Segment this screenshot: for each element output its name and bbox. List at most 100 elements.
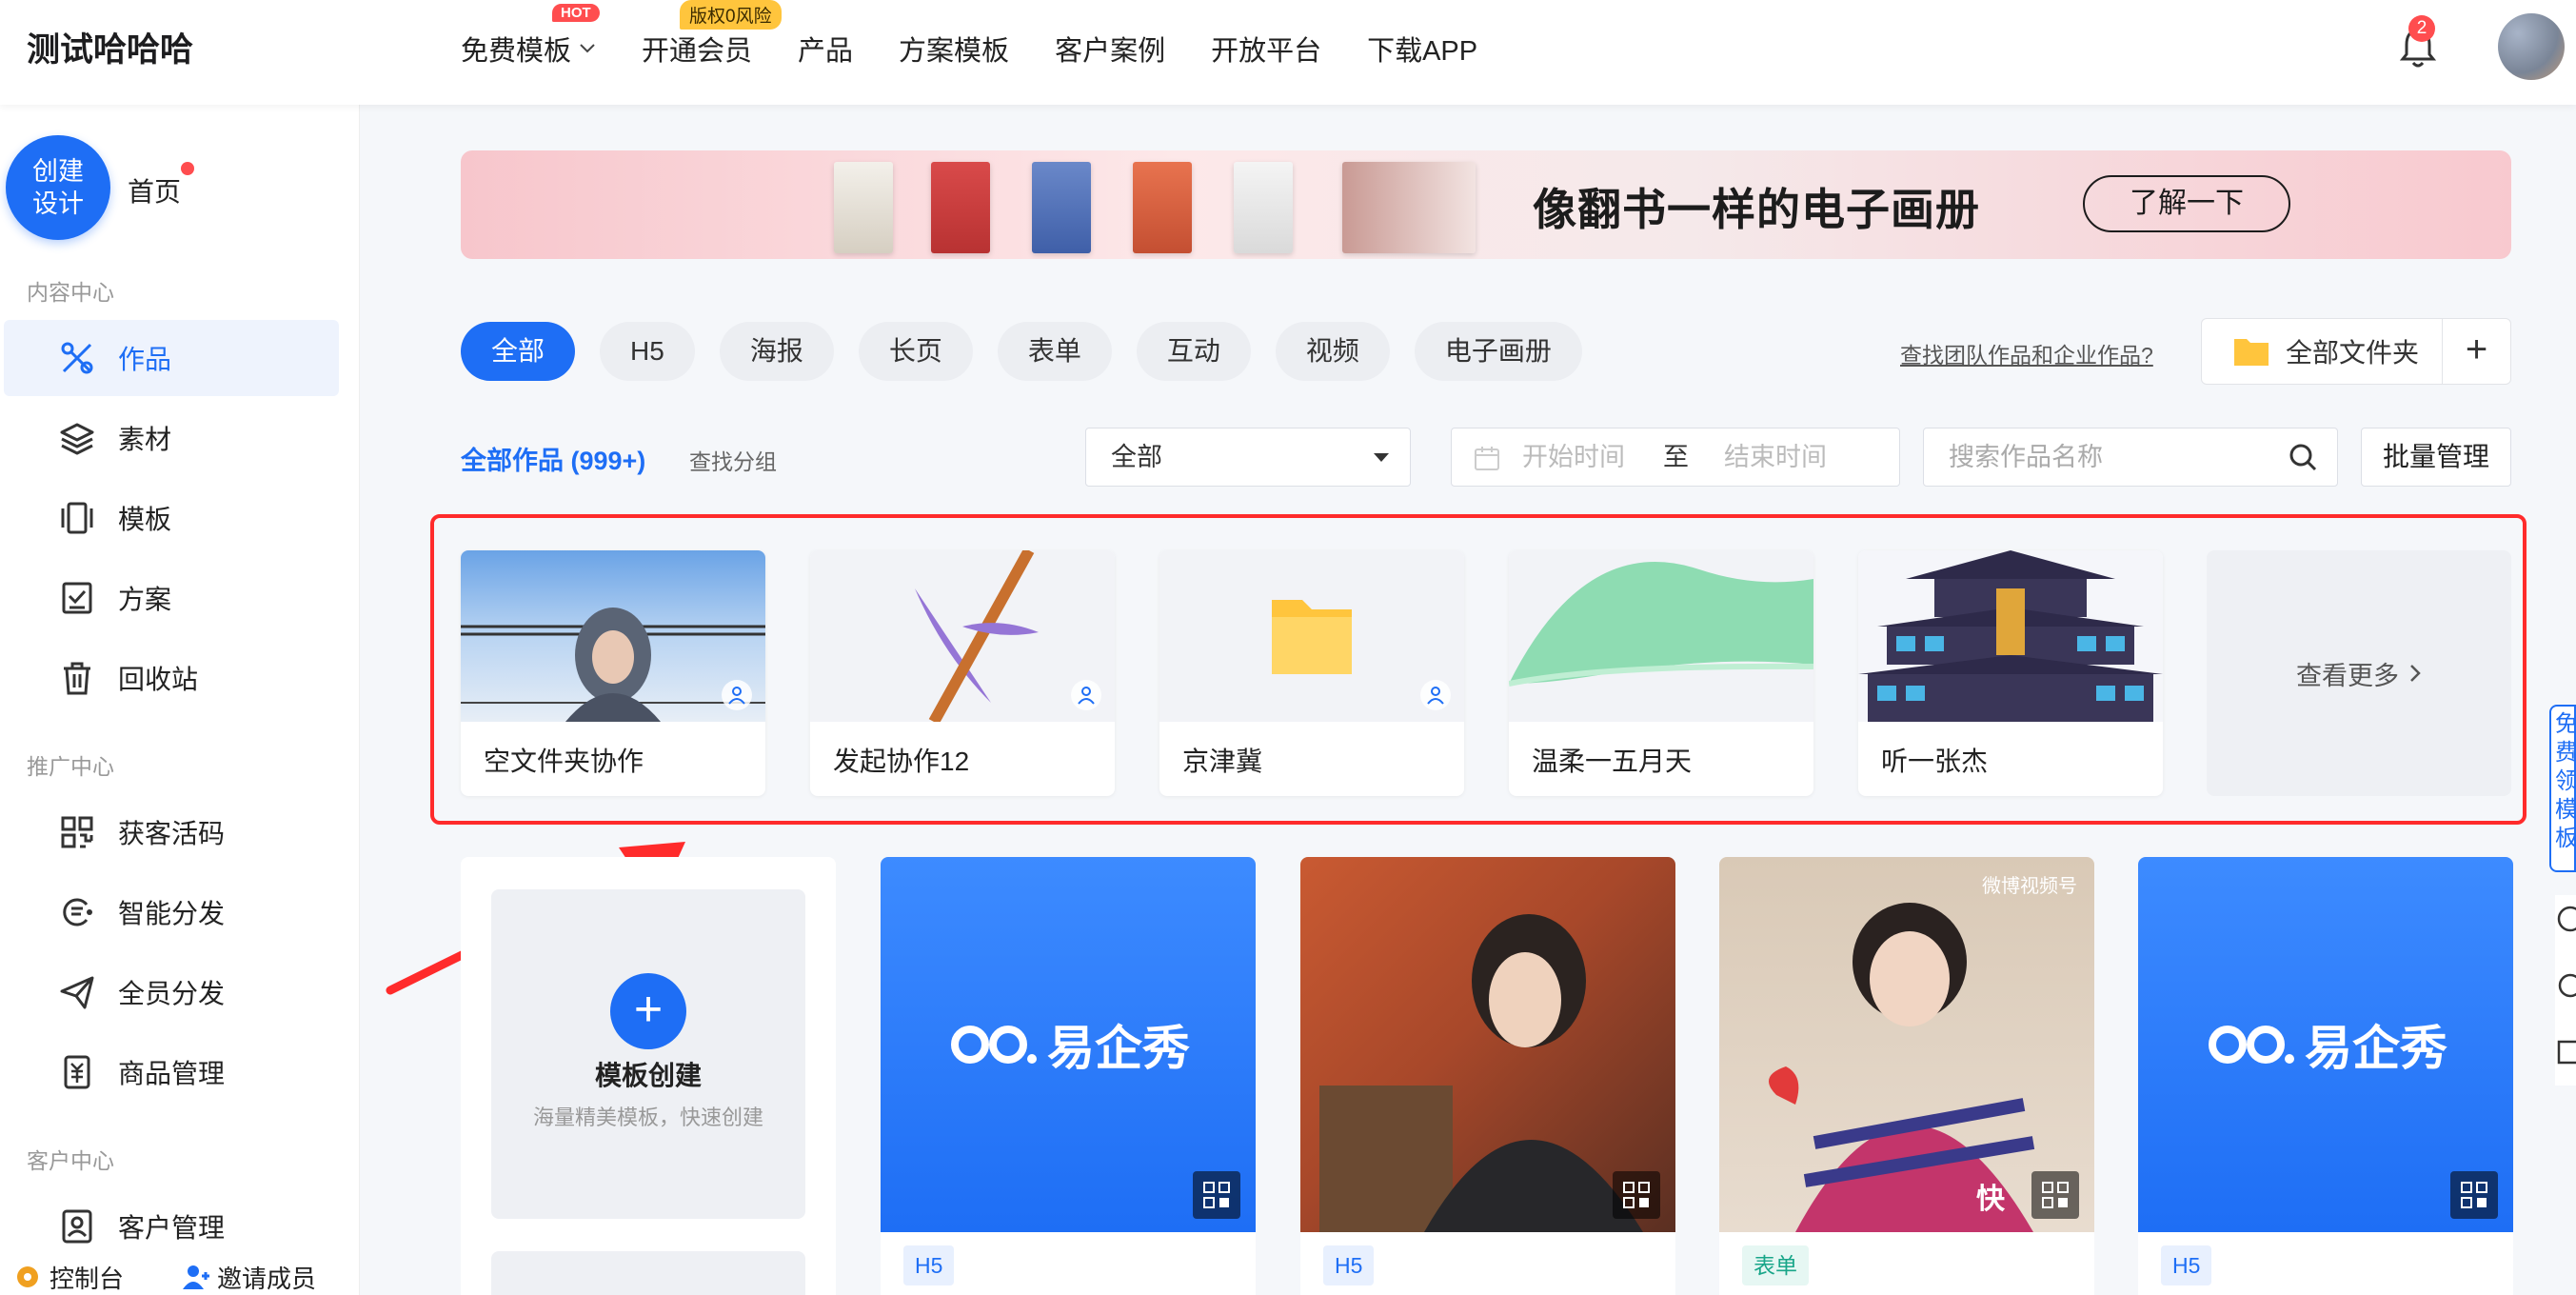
sidebar-item-recycle-bin[interactable]: 回收站 [4,640,339,716]
folder-thumbnail [810,550,1115,722]
sidebar-item-all-staff-share[interactable]: 全员分发 [4,954,339,1030]
create-design-line2: 设计 [32,189,84,218]
template-create-subtitle: 海量精美模板，快速创建 [532,1106,763,1129]
find-group-link[interactable]: 查找分组 [689,444,777,476]
type-select[interactable]: 全部 [1085,428,1411,487]
tab-long-page[interactable]: 长页 [858,322,973,381]
create-design-button[interactable]: 创建 设计 [6,135,110,240]
nav-vip[interactable]: 开通会员 版权0风险 [642,0,782,69]
tab-h5[interactable]: H5 [600,322,695,381]
collab-folder-card[interactable]: 听一张杰 [1858,550,2163,796]
nav-download-app[interactable]: 下载APP [1367,29,1477,69]
tab-poster[interactable]: 海报 [719,322,834,381]
search-input[interactable]: 搜索作品名称 [1923,428,2338,487]
collab-folder-card[interactable]: 发起协作12 [810,550,1115,796]
sidebar-item-label: 获客活码 [118,819,226,848]
collab-folder-card[interactable]: 空文件夹协作 [461,550,765,796]
kuaishou-watermark: 快 [1976,1184,2005,1215]
folder-thumbnail [461,550,765,722]
banner-title: 像翻书一样的电子画册 [1533,185,1980,234]
search-icon[interactable] [2288,442,2318,472]
weibo-watermark: 微博视频号 [1982,876,2077,897]
promo-banner[interactable]: 像翻书一样的电子画册 了解一下 [461,150,2511,259]
sidebar-item-solutions[interactable]: 方案 [4,560,339,636]
tab-e-brochure[interactable]: 电子画册 [1414,322,1582,381]
type-select-value: 全部 [1111,443,1162,471]
qrcode-icon[interactable] [2450,1171,2498,1219]
all-folders-button[interactable]: 全部文件夹 + [2201,318,2511,385]
nav-open-platform[interactable]: 开放平台 [1211,29,1321,69]
feedback-icon[interactable] [2555,1038,2576,1066]
checklist-icon [55,576,99,620]
date-start-input[interactable]: 开始时间 [1522,428,1625,486]
template-create-title: 模板创建 [594,1061,702,1090]
see-more-button[interactable]: 查看更多 [2207,550,2511,796]
sidebar-item-label: 全员分发 [118,979,226,1008]
nav-solution-templates[interactable]: 方案模板 [899,29,1009,69]
date-range-separator: 至 [1663,443,1689,471]
customer-service-icon[interactable] [2555,971,2576,1000]
qrcode-icon[interactable] [1613,1171,1660,1219]
folder-thumbnail [1509,550,1813,722]
template-create-card[interactable]: + 模板创建 海量精美模板，快速创建 [461,857,836,1295]
add-folder-button[interactable]: + [2442,319,2510,384]
work-card[interactable]: H5 [1300,857,1675,1295]
qrcode-icon[interactable] [2031,1171,2079,1219]
sidebar-item-templates[interactable]: 模板 [4,480,339,556]
sidebar-item-label: 模板 [118,505,172,534]
sidebar-item-label: 作品 [118,345,172,374]
top-header: 测试哈哈哈 免费模板 HOT 开通会员 版权0风险 产品 方案模板 客户案例 开… [0,0,2576,105]
console-link[interactable]: 控制台 [13,1260,124,1295]
plus-icon: + [610,973,686,1049]
invite-member-link[interactable]: 邀请成员 [181,1260,316,1295]
tab-interactive[interactable]: 互动 [1136,322,1251,381]
user-avatar[interactable] [2498,13,2565,80]
nav-product[interactable]: 产品 [798,29,853,69]
folder-name: 温柔一五月天 [1532,747,1693,776]
sidebar-item-customer-management[interactable]: 客户管理 [4,1188,339,1265]
sidebar-item-materials[interactable]: 素材 [4,400,339,476]
sidebar-item-product-management[interactable]: 商品管理 [4,1034,339,1110]
template-create-area[interactable]: + 模板创建 海量精美模板，快速创建 [491,889,805,1219]
sidebar-item-works[interactable]: 作品 [4,320,339,396]
collab-folder-card[interactable]: 京津冀 [1159,550,1464,796]
notification-badge: 2 [2408,15,2435,42]
brand-name[interactable]: 测试哈哈哈 [27,23,193,71]
work-card[interactable]: 易企秀 H5 [2138,857,2513,1295]
smart-share-icon [55,890,99,934]
section-content-center: 内容中心 [27,280,114,305]
sidebar-item-smart-share[interactable]: 智能分发 [4,874,339,950]
team-works-link[interactable]: 查找团队作品和企业作品? [1900,337,2153,369]
collab-folder-card[interactable]: 温柔一五月天 [1509,550,1813,796]
user-icon [1420,680,1451,710]
all-works-title[interactable]: 全部作品 (999+) [461,440,645,477]
tab-all[interactable]: 全部 [461,322,576,381]
layers-icon [55,416,99,460]
sidebar-footer: 控制台 邀请成员 [0,1259,360,1295]
brochure-thumb [1133,162,1192,253]
tab-video[interactable]: 视频 [1275,322,1390,381]
folder-thumbnail [1858,550,2163,722]
batch-manage-button[interactable]: 批量管理 [2361,428,2511,487]
customer-icon [55,1205,99,1248]
sidebar-item-label: 方案 [118,585,172,614]
search-placeholder: 搜索作品名称 [1949,443,2103,471]
type-tabs: 全部 H5 海报 长页 表单 互动 视频 电子画册 [461,322,1582,381]
date-range-picker[interactable]: 开始时间 至 结束时间 [1451,428,1900,487]
work-card[interactable]: 易企秀 H5 [881,857,1256,1295]
help-icon[interactable] [2555,905,2576,933]
date-end-input[interactable]: 结束时间 [1724,428,1827,486]
qrcode-icon [55,810,99,854]
sidebar-item-label: 智能分发 [118,899,226,928]
tab-form[interactable]: 表单 [997,322,1112,381]
nav-customer-cases[interactable]: 客户案例 [1055,29,1165,69]
work-card[interactable]: 微博视频号 快 表单 [1719,857,2094,1295]
learn-more-button[interactable]: 了解一下 [2083,175,2290,232]
sidebar-item-lead-code[interactable]: 获客活码 [4,794,339,870]
blank-create-area[interactable] [491,1251,805,1295]
nav-free-templates[interactable]: 免费模板 HOT [461,4,600,69]
qrcode-icon[interactable] [1193,1171,1240,1219]
free-template-float-button[interactable]: 免费领模板 [2549,705,2576,872]
work-type-tag: 表单 [1742,1245,1809,1285]
sidebar-home[interactable]: 首页 [128,171,181,209]
